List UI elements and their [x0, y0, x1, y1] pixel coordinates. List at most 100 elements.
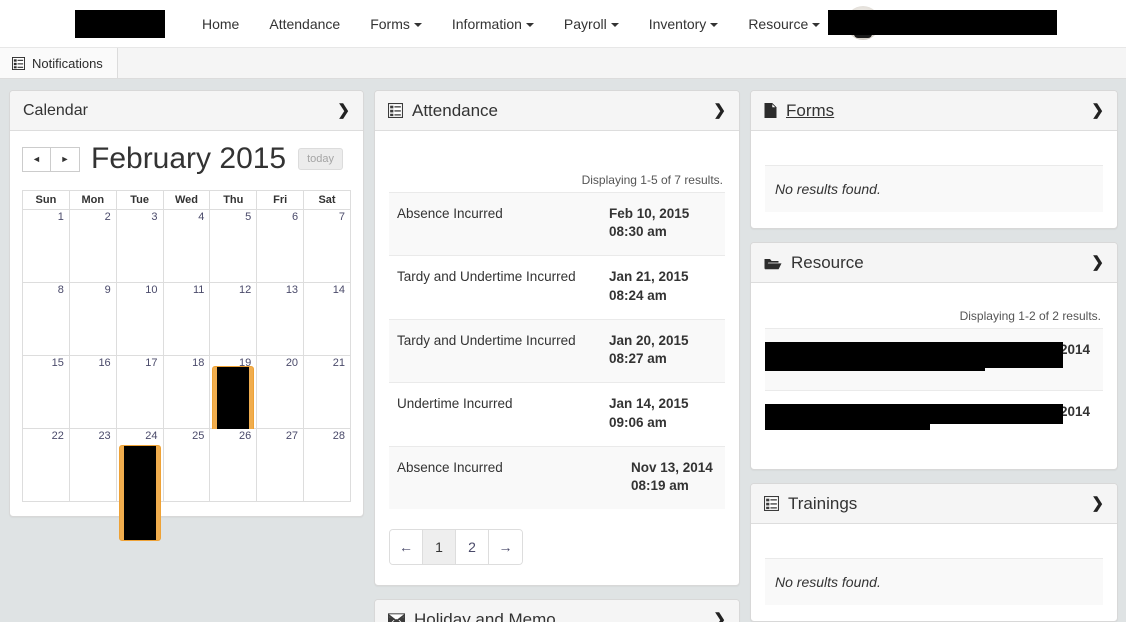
calendar-day-number: 28: [332, 430, 345, 442]
table-row[interactable]: Absence Incurred Nov 13, 2014 08:19 am: [389, 446, 725, 510]
chevron-down-icon[interactable]: ❯: [337, 103, 350, 118]
pagination-page-2[interactable]: 2: [456, 530, 489, 565]
nav-item-resource[interactable]: Resource: [733, 0, 835, 48]
chevron-down-icon[interactable]: ❯: [713, 103, 726, 118]
calendar-day-cell[interactable]: 23: [68, 428, 117, 502]
calendar-next-button[interactable]: ►: [51, 146, 80, 172]
chevron-down-icon[interactable]: ❯: [1091, 103, 1104, 118]
nav-item-payroll[interactable]: Payroll: [549, 0, 634, 48]
resource-redaction: [765, 359, 985, 371]
calendar-day-cell[interactable]: 9: [68, 282, 117, 356]
nav-item-forms[interactable]: Forms: [355, 0, 437, 48]
user-name-redacted[interactable]: [828, 10, 1057, 35]
nav-item-information[interactable]: Information: [437, 0, 549, 48]
calendar-day-number: 17: [145, 357, 158, 369]
attendance-pagination: ← 1 2 →: [389, 529, 523, 566]
table-row[interactable]: Tardy and Undertime Incurred Jan 21, 201…: [389, 256, 725, 320]
calendar-day-cell[interactable]: 1: [22, 209, 70, 283]
holiday-memo-title-label: Holiday and Memo: [414, 609, 556, 622]
dashboard-grid: Calendar ❯ ◄ ► February 2015 today Sun M…: [0, 79, 1126, 622]
calendar-day-number: 8: [57, 284, 64, 296]
calendar-day-number: 2: [104, 211, 111, 223]
attendance-date: Nov 13, 2014 08:19 am: [631, 459, 713, 493]
nav-label: Attendance: [269, 15, 341, 32]
calendar-day-cell[interactable]: 8: [22, 282, 70, 356]
chevron-down-icon[interactable]: ❯: [1091, 255, 1104, 270]
calendar-day-number: 4: [198, 211, 205, 223]
calendar-day-cell-today[interactable]: 17: [115, 355, 164, 429]
calendar-day-cell[interactable]: 16: [68, 355, 117, 429]
calendar-day-cell[interactable]: 21: [303, 355, 351, 429]
calendar-day-number: 5: [245, 211, 252, 223]
nav-label: Payroll: [563, 15, 607, 32]
calendar-day-number: 27: [285, 430, 299, 442]
chevron-down-icon: [710, 22, 719, 27]
pagination-prev-button[interactable]: ←: [390, 530, 423, 565]
calendar-weekday: Fri: [256, 190, 305, 210]
calendar-prev-button[interactable]: ◄: [22, 146, 51, 172]
tab-notifications[interactable]: Notifications: [0, 48, 118, 78]
calendar-event-redacted[interactable]: [118, 445, 161, 541]
calendar-day-cell[interactable]: 22: [22, 428, 70, 502]
calendar-day-cell[interactable]: 3: [115, 209, 164, 283]
calendar-day-cell[interactable]: 19: [209, 355, 258, 454]
calendar-day-cell[interactable]: 15: [22, 355, 70, 429]
table-row[interactable]: Absence Incurred Feb 10, 2015 08:30 am: [389, 193, 725, 257]
calendar-day-cell[interactable]: 6: [256, 209, 305, 283]
nav-item-attendance[interactable]: Attendance: [254, 0, 355, 48]
chevron-down-icon[interactable]: ❯: [713, 612, 726, 622]
calendar-day-number: 7: [338, 211, 345, 223]
calendar-week-row: 15 16 17 18 19 20 21: [22, 355, 351, 454]
calendar-day-cell[interactable]: 4: [162, 209, 211, 283]
resource-body: Displaying 1-2 of 2 results. You have be…: [751, 283, 1117, 469]
table-row[interactable]: You have been added in Dec 22, 2014: [765, 329, 1103, 391]
table-row[interactable]: Undertime Incurred Jan 14, 2015 09:06 am: [389, 383, 725, 447]
holiday-memo-panel-header: Holiday and Memo ❯: [375, 600, 739, 622]
attendance-panel: Attendance ❯ Displaying 1-5 of 7 results…: [374, 90, 740, 587]
brand-logo-redacted[interactable]: [75, 9, 165, 38]
chevron-down-icon[interactable]: ❯: [1091, 496, 1104, 511]
calendar-day-cell[interactable]: 12: [209, 282, 258, 356]
forms-empty-message: No results found.: [765, 165, 1103, 212]
table-row[interactable]: You have been added in Dec 10, 2014: [765, 391, 1103, 453]
nav-label: Resource: [748, 15, 809, 32]
list-alt-icon: [12, 56, 25, 70]
calendar-day-cell[interactable]: 20: [256, 355, 305, 429]
calendar-day-cell[interactable]: 25: [162, 428, 211, 502]
pagination-page-1[interactable]: 1: [423, 530, 456, 565]
nav-item-inventory[interactable]: Inventory: [634, 0, 734, 48]
folder-open-icon: [764, 256, 782, 270]
calendar-toolbar: ◄ ► February 2015 today: [22, 141, 351, 177]
trainings-panel: Trainings ❯ No results found.: [750, 483, 1118, 622]
calendar-day-cell[interactable]: 13: [256, 282, 305, 356]
calendar-day-cell[interactable]: 10: [115, 282, 164, 356]
table-row[interactable]: Tardy and Undertime Incurred Jan 20, 201…: [389, 319, 725, 384]
calendar-day-cell[interactable]: 24: [115, 428, 164, 541]
pagination-next-button[interactable]: →: [489, 530, 522, 565]
calendar-day-cell[interactable]: 26: [209, 428, 258, 502]
calendar-today-button[interactable]: today: [298, 148, 344, 170]
calendar-day-cell[interactable]: 7: [303, 209, 351, 283]
calendar-day-cell[interactable]: 5: [209, 209, 258, 283]
calendar-day-cell[interactable]: 2: [68, 209, 117, 283]
calendar-day-cell[interactable]: 11: [162, 282, 211, 356]
attendance-body: Displaying 1-5 of 7 results. Absence Inc…: [375, 131, 739, 585]
trainings-body: No results found.: [751, 524, 1117, 621]
forms-panel: Forms ❯ No results found.: [750, 90, 1118, 229]
calendar-weekday: Mon: [68, 190, 117, 210]
nav-label: Forms: [370, 15, 410, 32]
nav-item-home[interactable]: Home: [187, 0, 254, 48]
calendar-day-cell[interactable]: 28: [303, 428, 351, 502]
attendance-type: Absence Incurred: [397, 206, 503, 221]
calendar-title-label: Calendar: [23, 101, 88, 119]
calendar-day-cell[interactable]: 14: [303, 282, 351, 356]
column-right: Forms ❯ No results found. Resource ❯ Dis…: [750, 90, 1126, 622]
calendar-day-cell[interactable]: 18: [162, 355, 211, 429]
calendar-weekday: Sun: [22, 190, 70, 210]
nav-label: Home: [202, 15, 240, 32]
calendar-day-cell[interactable]: 27: [256, 428, 305, 502]
calendar-day-number: 6: [291, 211, 299, 223]
user-menu[interactable]: [828, 6, 1057, 40]
resource-redaction: [765, 404, 930, 430]
main-nav: Home Attendance Forms Information Payrol…: [187, 0, 835, 48]
